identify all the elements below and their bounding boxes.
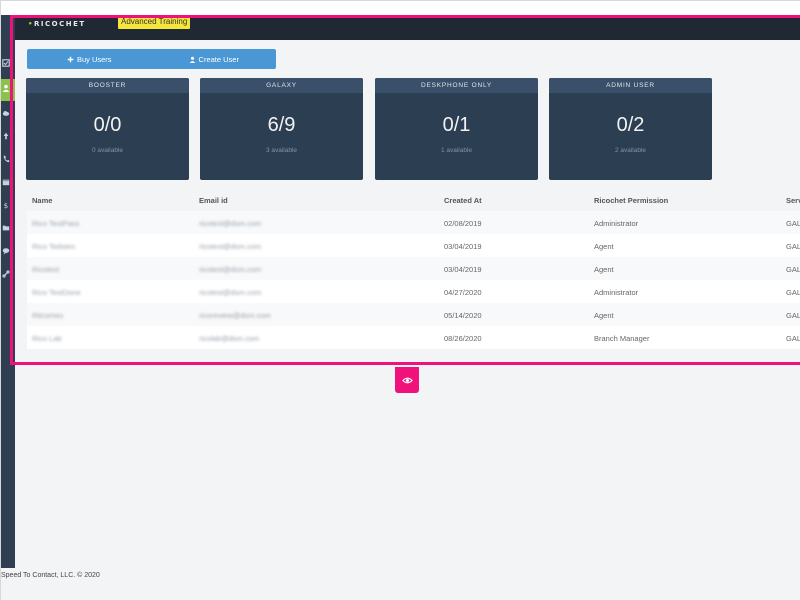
card-available: 3 available — [265, 147, 298, 154]
cell-permission: Agent — [594, 265, 614, 274]
calendar-icon[interactable] — [1, 177, 10, 186]
user-icon[interactable] — [1, 83, 10, 92]
cell-name: Rico TestDone — [32, 288, 81, 297]
cell-email: ricotest@dsm.com — [199, 288, 262, 297]
cell-name: Ritcomes — [32, 311, 64, 320]
footer-copyright: Speed To Contact, LLC. © 2020 — [1, 572, 100, 579]
column-header-created-at[interactable]: Created At — [444, 196, 482, 205]
cell-server: GAL — [786, 311, 800, 320]
table-row[interactable]: Rico Tedsten ricotest@dsm.com 03/04/2019… — [27, 234, 800, 257]
table-row[interactable]: Ritcomes ricoreview@dsm.com 05/14/2020 A… — [27, 303, 800, 326]
card-available: 1 available — [440, 147, 473, 154]
checkbox-icon[interactable] — [1, 58, 10, 67]
cell-created: 03/04/2019 — [444, 242, 482, 251]
cell-permission: Branch Manager — [594, 334, 650, 343]
card-value: 6/9 — [267, 114, 296, 136]
cell-server: GAL — [786, 334, 800, 343]
column-header-server[interactable]: Serv — [786, 196, 800, 205]
cell-permission: Agent — [594, 311, 614, 320]
cell-email: ricolab@dsm.com — [199, 334, 260, 343]
user-icon — [189, 56, 195, 63]
cell-created: 08/26/2020 — [444, 334, 482, 343]
card-admin-user: ADMIN USER 0/2 2 available — [549, 78, 712, 180]
card-title: DESKPHONE ONLY — [375, 78, 538, 93]
column-header-email[interactable]: Email id — [199, 196, 228, 205]
column-header-permission[interactable]: Ricochet Permission — [594, 196, 668, 205]
cell-permission: Administrator — [594, 219, 639, 228]
buy-users-button[interactable]: Buy Users — [27, 49, 152, 69]
phone-icon[interactable] — [1, 154, 10, 163]
card-value: 0/2 — [616, 114, 645, 136]
cell-email: ricotest@dsm.com — [199, 265, 262, 274]
plus-icon — [67, 56, 74, 62]
cell-permission: Administrator — [594, 288, 639, 297]
cell-email: ricoreview@dsm.com — [199, 311, 271, 320]
app-logo[interactable]: •RICOCHET — [28, 20, 86, 28]
create-user-button[interactable]: Create User — [152, 49, 277, 69]
table-row[interactable]: Rico Lab ricolab@dsm.com 08/26/2020 Bran… — [27, 326, 800, 349]
cell-name: Rico Lab — [32, 334, 62, 343]
column-header-name[interactable]: Name — [32, 196, 52, 205]
cell-created: 02/08/2019 — [444, 219, 482, 228]
chat-icon[interactable] — [1, 246, 10, 255]
dollar-icon[interactable]: $ — [1, 200, 10, 209]
card-value: 0/0 — [93, 114, 122, 136]
card-booster: BOOSTER 0/0 0 available — [26, 78, 189, 180]
table-row[interactable]: Ricotest ricotest@dsm.com 03/04/2019 Age… — [27, 257, 800, 280]
folder-icon[interactable] — [1, 223, 10, 232]
cell-server: GAL — [786, 242, 800, 251]
cell-server: GAL — [786, 219, 800, 228]
card-deskphone-only: DESKPHONE ONLY 0/1 1 available — [375, 78, 538, 180]
card-title: ADMIN USER — [549, 78, 712, 93]
card-galaxy: GALAXY 6/9 3 available — [200, 78, 363, 180]
table-row[interactable]: Rico TestDone ricotest@dsm.com 04/27/202… — [27, 280, 800, 303]
card-available: 0 available — [91, 147, 124, 154]
cell-email: ricotest@dsm.com — [199, 242, 262, 251]
create-user-label: Create User — [198, 54, 239, 64]
eye-icon — [401, 377, 413, 383]
cell-created: 04/27/2020 — [444, 288, 482, 297]
card-value: 0/1 — [442, 114, 471, 136]
cell-created: 05/14/2020 — [444, 311, 482, 320]
buy-users-label: Buy Users — [76, 54, 112, 64]
card-title: BOOSTER — [26, 78, 189, 93]
cell-email: ricotest@dsm.com — [199, 219, 262, 228]
upload-icon[interactable] — [1, 131, 10, 140]
link-icon[interactable] — [1, 269, 10, 278]
table-row[interactable]: Rico TestPass ricotest@dsm.com 02/08/201… — [27, 211, 800, 234]
cell-name: Ricotest — [32, 265, 60, 274]
cell-created: 03/04/2019 — [444, 265, 482, 274]
cell-server: GAL — [786, 288, 800, 297]
logo-text: RICOCHET — [33, 20, 86, 28]
cell-name: Rico Tedsten — [32, 242, 76, 251]
cell-permission: Agent — [594, 242, 614, 251]
user-actions: Buy Users Create User — [27, 49, 276, 69]
card-available: 2 available — [614, 147, 647, 154]
cell-server: GAL — [786, 265, 800, 274]
preview-toggle[interactable] — [395, 367, 419, 393]
svg-text:$: $ — [3, 201, 8, 209]
left-sidebar: $ — [1, 15, 15, 568]
cell-name: Rico TestPass — [32, 219, 80, 228]
training-badge: Advanced Training — [118, 15, 191, 29]
cloud-icon[interactable] — [1, 108, 10, 117]
card-title: GALAXY — [200, 78, 363, 93]
